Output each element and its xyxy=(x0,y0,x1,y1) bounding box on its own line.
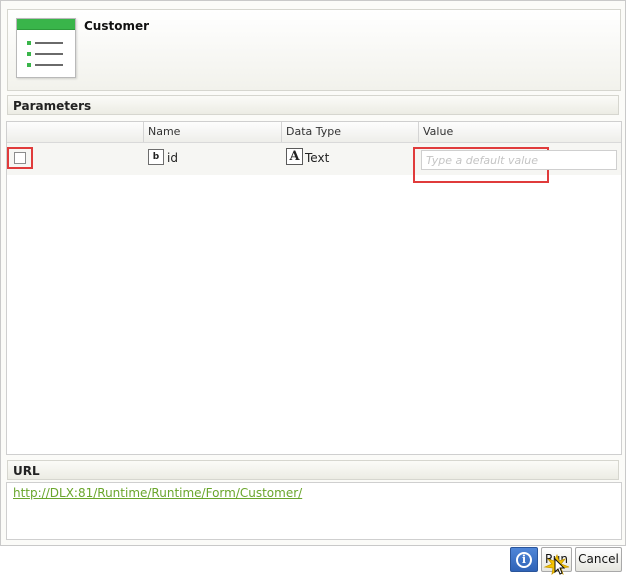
dialog-frame: Customer Parameters Name Data Type Value… xyxy=(0,0,626,546)
column-header-data-type[interactable]: Data Type xyxy=(281,122,418,142)
form-icon xyxy=(16,18,76,78)
column-header-value[interactable]: Value xyxy=(418,122,621,142)
info-button[interactable]: i xyxy=(510,547,538,572)
info-icon: i xyxy=(516,552,532,568)
column-header-name[interactable]: Name xyxy=(143,122,281,142)
column-header-select[interactable] xyxy=(7,122,143,142)
parameter-data-type: Text xyxy=(305,151,330,165)
parameter-name: id xyxy=(167,151,178,165)
grid-header: Name Data Type Value xyxy=(7,122,621,143)
click-cursor-icon xyxy=(543,553,570,575)
page-title: Customer xyxy=(84,19,150,33)
url-section-title: URL xyxy=(7,460,619,480)
checkbox-highlight xyxy=(7,147,33,169)
default-value-input[interactable] xyxy=(421,150,617,170)
parameter-icon: b xyxy=(148,149,164,165)
parameters-section-title: Parameters xyxy=(7,95,619,115)
parameters-grid: Name Data Type Value b id A Text xyxy=(6,121,622,455)
url-box: http://DLX:81/Runtime/Runtime/Form/Custo… xyxy=(6,482,622,540)
row-checkbox[interactable] xyxy=(14,152,26,164)
text-type-icon: A xyxy=(286,148,303,165)
runtime-url-link[interactable]: http://DLX:81/Runtime/Runtime/Form/Custo… xyxy=(13,486,302,500)
header-card: Customer xyxy=(7,9,621,91)
table-row: b id A Text xyxy=(7,143,621,183)
cancel-button[interactable]: Cancel xyxy=(575,547,622,572)
